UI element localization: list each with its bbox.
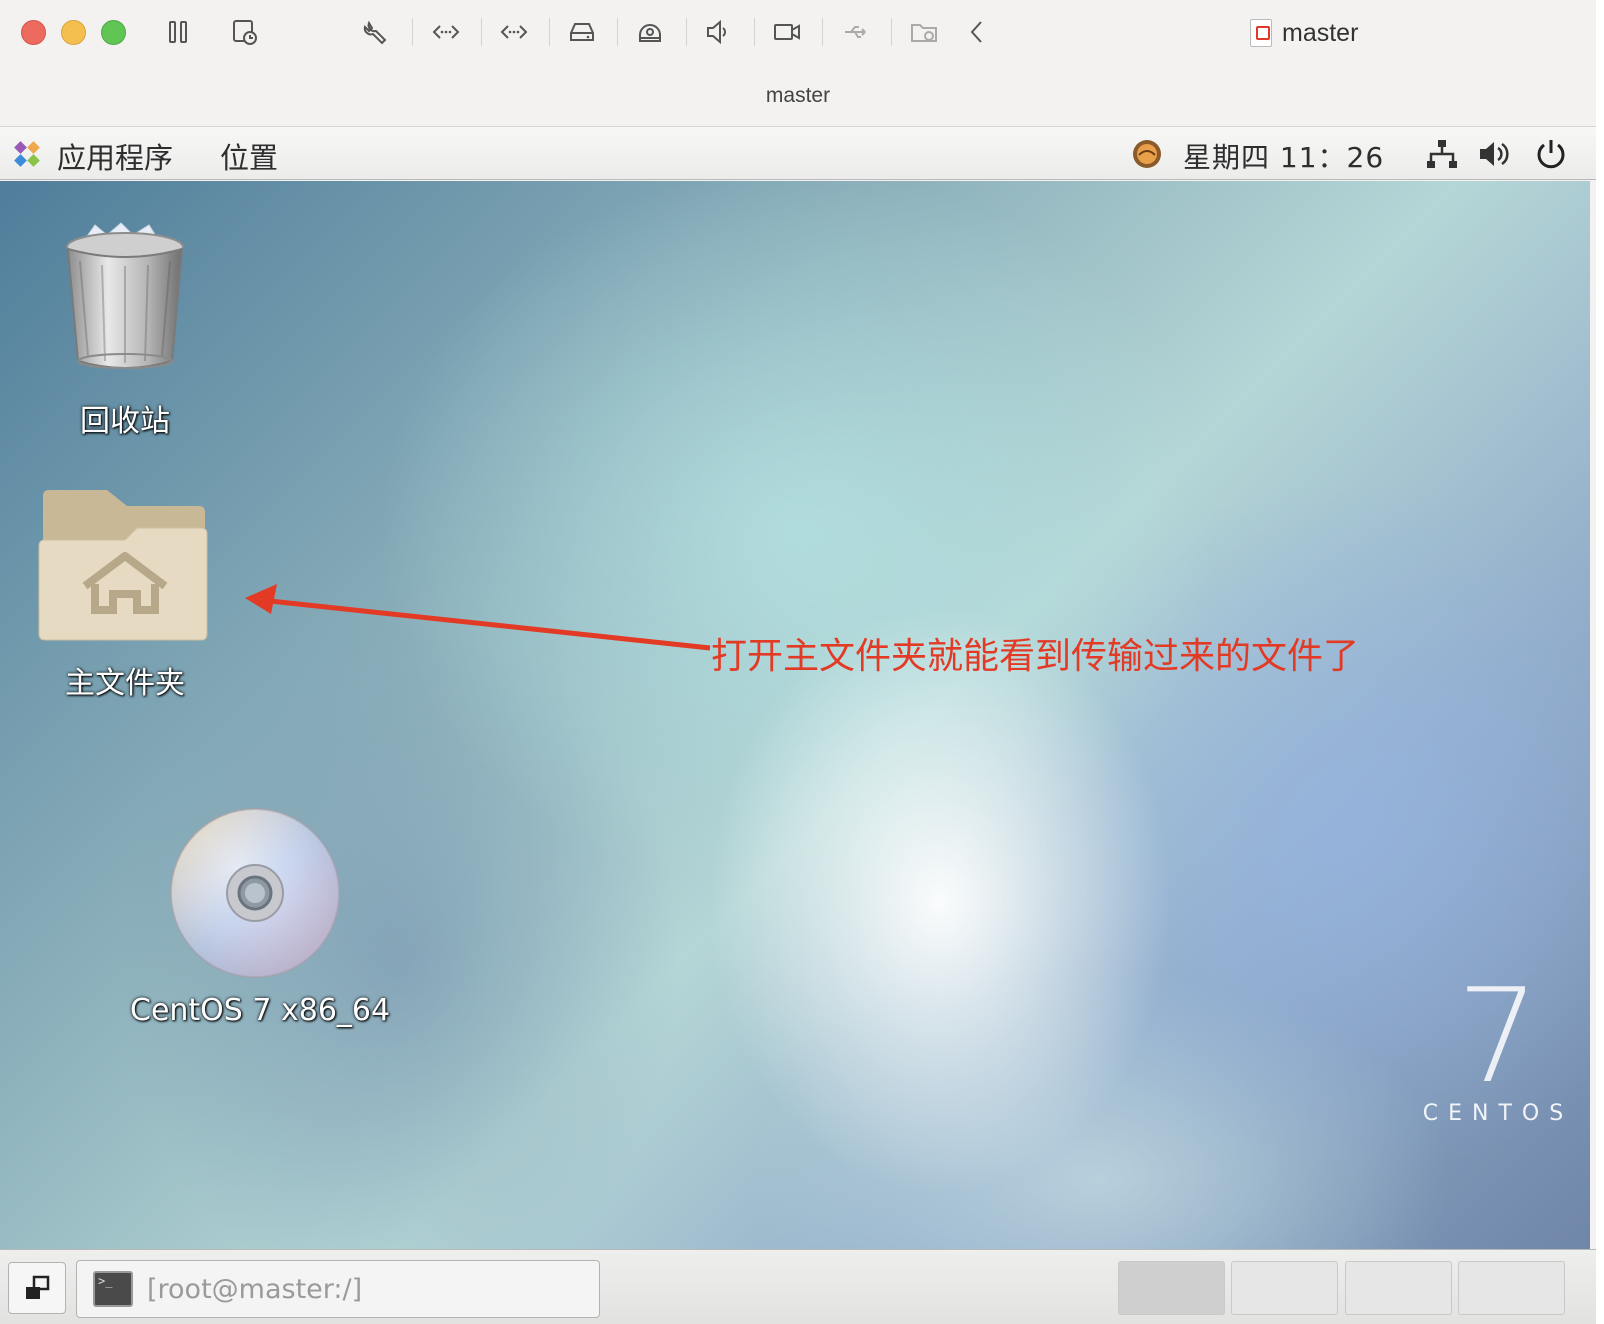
network-adapter-2-icon[interactable] bbox=[496, 14, 532, 50]
trash-icon bbox=[66, 222, 184, 369]
cd-dvd-icon[interactable] bbox=[632, 14, 668, 50]
taskbar: [root@master:/] bbox=[0, 1249, 1596, 1324]
centos-version: 7 bbox=[1456, 960, 1540, 1112]
network-icon[interactable] bbox=[1425, 137, 1459, 171]
volume-icon[interactable] bbox=[1477, 137, 1511, 171]
window-title: master bbox=[765, 84, 831, 107]
applications-menu-icon[interactable] bbox=[12, 139, 42, 169]
desktop[interactable]: 回收站 主文件夹 CentOS 7 x86_64 打开主文件夹就能看到传输过来的… bbox=[0, 181, 1590, 1249]
cdrom-icon bbox=[170, 808, 340, 978]
annotation-arrow bbox=[245, 584, 711, 651]
show-desktop-icon bbox=[26, 1275, 50, 1299]
minimize-window-button[interactable] bbox=[61, 20, 86, 45]
hard-disk-icon[interactable] bbox=[564, 14, 600, 50]
vm-document-icon bbox=[1250, 19, 1272, 47]
desktop-icon-cdrom[interactable]: CentOS 7 x86_64 bbox=[130, 803, 390, 1028]
show-desktop-button[interactable] bbox=[8, 1262, 66, 1314]
centos-branding: 7 CENTOS bbox=[1418, 960, 1578, 1126]
applications-menu[interactable]: 应用程序 bbox=[57, 135, 173, 177]
background-edge bbox=[1596, 0, 1604, 1324]
sound-icon[interactable] bbox=[700, 14, 736, 50]
pause-icon[interactable] bbox=[160, 14, 196, 50]
workspace-1[interactable] bbox=[1118, 1261, 1225, 1315]
close-window-button[interactable] bbox=[21, 20, 46, 45]
home-folder-label: 主文件夹 bbox=[65, 666, 185, 701]
workspace-4[interactable] bbox=[1458, 1261, 1565, 1315]
workspace-3[interactable] bbox=[1345, 1261, 1452, 1315]
weather-icon[interactable] bbox=[1130, 137, 1164, 171]
workspace-2[interactable] bbox=[1231, 1261, 1338, 1315]
terminal-icon bbox=[93, 1271, 133, 1307]
clock[interactable]: 星期四 11：26 bbox=[1183, 136, 1384, 176]
desktop-icon-trash[interactable]: 回收站 bbox=[50, 221, 200, 439]
collapse-chevron-icon[interactable] bbox=[960, 14, 996, 50]
snapshot-icon[interactable] bbox=[227, 14, 263, 50]
vm-toolbar: master bbox=[0, 0, 1596, 66]
window-tab[interactable]: master bbox=[1250, 16, 1358, 50]
gnome-top-panel: 应用程序 位置 星期四 11：26 bbox=[0, 126, 1596, 180]
tab-title: master bbox=[1282, 18, 1359, 47]
shared-folder-icon[interactable] bbox=[906, 14, 942, 50]
taskbar-window-label: [root@master:/] bbox=[147, 1273, 363, 1305]
centos-wordmark: CENTOS bbox=[1422, 1101, 1574, 1126]
vm-window: master master 应用程序 位置 星期四 11：26 回收站 主文件夹… bbox=[0, 0, 1596, 1324]
camera-icon[interactable] bbox=[769, 14, 805, 50]
places-menu[interactable]: 位置 bbox=[220, 135, 278, 177]
network-adapter-1-icon[interactable] bbox=[428, 14, 464, 50]
home-folder-icon bbox=[38, 490, 208, 641]
zoom-window-button[interactable] bbox=[101, 20, 126, 45]
annotation-text: 打开主文件夹就能看到传输过来的文件了 bbox=[711, 636, 1360, 677]
settings-wrench-icon[interactable] bbox=[358, 14, 394, 50]
desktop-icon-home-folder[interactable]: 主文件夹 bbox=[35, 486, 215, 701]
power-icon[interactable] bbox=[1534, 137, 1568, 171]
trash-label: 回收站 bbox=[80, 404, 170, 439]
taskbar-window-terminal[interactable]: [root@master:/] bbox=[76, 1260, 600, 1318]
usb-icon[interactable] bbox=[838, 14, 874, 50]
cdrom-label: CentOS 7 x86_64 bbox=[130, 993, 391, 1028]
